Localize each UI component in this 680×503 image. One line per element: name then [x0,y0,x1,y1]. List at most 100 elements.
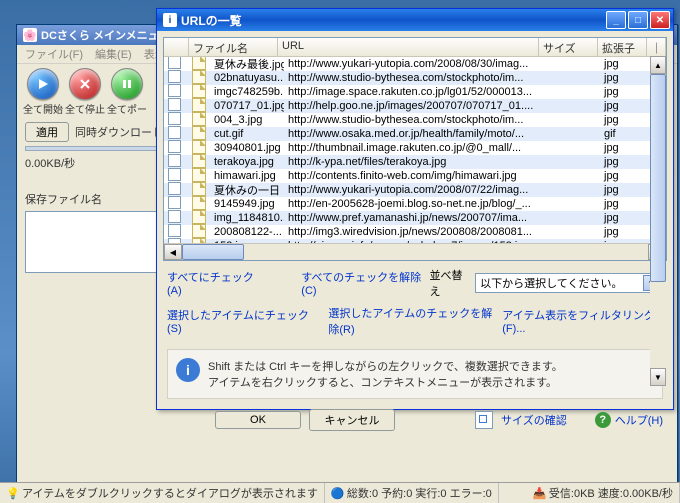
table-row[interactable]: imgc748259b...http://image.space.rakuten… [164,85,666,99]
stop-all-button[interactable] [69,68,101,100]
scroll-up-icon[interactable]: ▲ [650,56,666,74]
start-all-label: 全て開始 [23,101,63,116]
minimize-button[interactable]: _ [606,11,626,29]
menu-edit[interactable]: 編集(E) [95,46,132,62]
row-checkbox[interactable] [168,168,181,181]
url-listview[interactable]: ファイル名 URL サイズ 拡張子 ｜ 夏休み最後.jpghttp://www.… [163,37,667,261]
cell-url: http://www.yukari-yutopia.com/2008/07/22… [284,184,542,196]
cell-filename: 004_3.jpg [210,114,284,126]
row-checkbox[interactable] [168,84,181,97]
row-checkbox[interactable] [168,210,181,223]
size-check-link[interactable]: サイズの確認 [501,412,567,428]
table-row[interactable]: 夏休み最後.jpghttp://www.yukari-yutopia.com/2… [164,57,666,71]
table-row[interactable]: 30940801.jpghttp://thumbnail.image.rakut… [164,141,666,155]
hscroll-thumb[interactable] [182,244,244,260]
cell-ext: jpg [600,72,648,84]
row-checkbox[interactable] [168,57,181,69]
listview-header[interactable]: ファイル名 URL サイズ 拡張子 ｜ [164,38,666,57]
table-row[interactable]: cut.gifhttp://www.osaka.med.or.jp/health… [164,127,666,141]
cell-url: http://www.yukari-yutopia.com/2008/08/30… [284,58,542,70]
table-row[interactable]: 004_3.jpghttp://www.studio-bythesea.com/… [164,113,666,127]
uncheck-selected-link[interactable]: 選択したアイテムのチェックを解除(R) [328,305,502,337]
cell-url: http://www.studio-bythesea.com/stockphot… [284,114,542,126]
row-checkbox[interactable] [168,238,181,243]
table-row[interactable]: img_1184810...http://www.pref.yamanashi.… [164,211,666,225]
table-row[interactable]: himawari.jpghttp://contents.finito-web.c… [164,169,666,183]
col-filename[interactable]: ファイル名 [189,38,278,56]
row-checkbox[interactable] [168,70,181,83]
scroll-thumb[interactable] [650,74,666,282]
menu-file[interactable]: ファイル(F) [25,46,83,62]
info-icon: i [176,358,200,382]
cell-ext: jpg [600,58,648,70]
help-link[interactable]: ヘルプ(H) [615,412,663,428]
scroll-left-icon[interactable]: ◀ [164,244,182,260]
cell-ext: jpg [600,156,648,168]
check-selected-link[interactable]: 選択したアイテムにチェック(S) [167,307,310,335]
table-row[interactable]: 200808122-...http://img3.wiredvision.jp/… [164,225,666,239]
row-checkbox[interactable] [168,126,181,139]
filter-link[interactable]: アイテム表示をフィルタリング(F)... [502,307,663,335]
net-icon: 📥 [533,487,545,499]
dialog-titlebar[interactable]: i URLの一覧 _ □ ✕ [157,9,673,31]
table-row[interactable]: 夏休みの一日 ...http://www.yukari-yutopia.com/… [164,183,666,197]
cell-ext: jpg [600,198,648,210]
dialog-icon: i [163,13,177,27]
size-check-icon [475,411,493,429]
cell-url: http://thumbnail.image.rakuten.co.jp/@0_… [284,142,542,154]
col-ext[interactable]: 拡張子 [598,38,647,56]
row-checkbox[interactable] [168,182,181,195]
cell-url: http://www.studio-bythesea.com/stockphot… [284,72,542,84]
row-checkbox[interactable] [168,112,181,125]
col-url[interactable]: URL [278,38,539,56]
sort-combo[interactable]: 以下から選択してください。 ▼ [475,273,663,293]
check-all-link[interactable]: すべてにチェック(A) [167,269,263,297]
cell-url: http://k-ypa.net/files/terakoya.jpg [284,156,542,168]
table-row[interactable]: 02bnatuyasu...http://www.studio-bythesea… [164,71,666,85]
scroll-down-icon[interactable]: ▼ [650,368,666,386]
cell-ext: gif [600,128,648,140]
table-row[interactable]: 070717_01.jpghttp://help.goo.ne.jp/image… [164,99,666,113]
row-checkbox[interactable] [168,224,181,237]
table-row[interactable]: 153.jpghttp://pigeon.info/manga/zuboler_… [164,239,666,243]
file-icon [192,98,206,112]
row-checkbox[interactable] [168,140,181,153]
main-title: DCさくら メインメニュー [41,27,170,43]
file-icon [192,112,206,126]
cell-url: http://www.osaka.med.or.jp/health/family… [284,128,542,140]
close-button[interactable]: ✕ [650,11,670,29]
pause-all-label: 全てポー [107,101,147,116]
cancel-button[interactable]: キャンセル [309,409,395,431]
ok-button[interactable]: OK [215,411,301,429]
cell-url: http://en-2005628-joemi.blog.so-net.ne.j… [284,198,542,210]
col-r[interactable]: ｜ [647,38,666,56]
cell-filename: cut.gif [210,128,284,140]
table-row[interactable]: terakoya.jpghttp://k-ypa.net/files/terak… [164,155,666,169]
row-checkbox[interactable] [168,154,181,167]
file-icon [192,140,206,154]
cell-ext: jpg [600,100,648,112]
table-row[interactable]: 9145949.jpghttp://en-2005628-joemi.blog.… [164,197,666,211]
row-checkbox[interactable] [168,196,181,209]
cell-url: http://contents.finito-web.com/img/himaw… [284,170,542,182]
cell-filename: 070717_01.jpg [210,100,284,112]
file-icon [192,70,206,84]
cell-filename: 153.jpg [210,240,284,243]
pause-all-button[interactable] [111,68,143,100]
cell-filename: 9145949.jpg [210,198,284,210]
start-all-button[interactable] [27,68,59,100]
info-line1: Shift または Ctrl キーを押しながらの左クリックで、複数選択できます。 [208,358,563,374]
apply-button[interactable]: 適用 [25,122,69,142]
file-icon [192,154,206,168]
vertical-scrollbar[interactable]: ▲ ▼ [650,56,666,386]
maximize-button[interactable]: □ [628,11,648,29]
counts-icon: 🔵 [331,487,343,499]
cell-ext: jpg [600,114,648,126]
horizontal-scrollbar[interactable]: ◀ ▶ [164,243,666,260]
uncheck-all-link[interactable]: すべてのチェックを解除(C) [301,269,429,297]
file-icon [192,224,206,238]
status-bar: 💡アイテムをダブルクリックするとダイアログが表示されます 🔵総数:0 予約:0 … [0,482,680,503]
file-icon [192,57,206,70]
row-checkbox[interactable] [168,98,181,111]
col-size[interactable]: サイズ [539,38,598,56]
